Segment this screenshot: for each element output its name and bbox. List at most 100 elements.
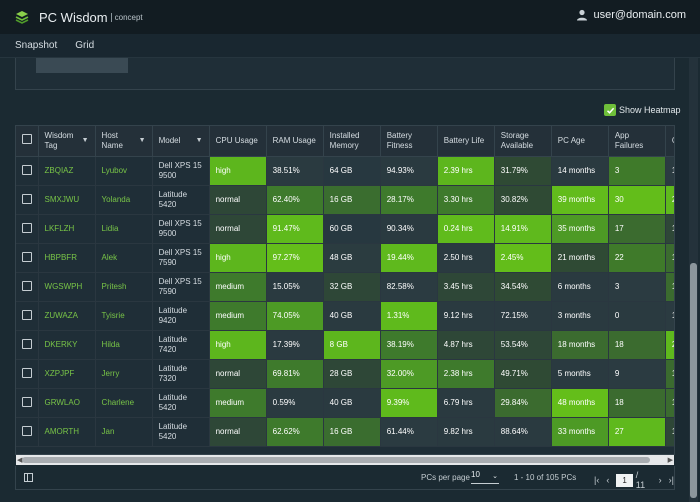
table-row[interactable]: WGSWPH Pritesh Dell XPS 15 7590 medium 15.05… xyxy=(16,272,674,302)
col-pc-age[interactable]: PC Age xyxy=(551,126,609,157)
table-row[interactable]: DKERKY Hilda Latitude 7420 high 17.39% 8 GB 38… xyxy=(16,330,674,360)
cell-storage: 34.54% xyxy=(494,272,552,302)
cell-batlife: 2.50 hrs xyxy=(437,243,495,273)
select-all-checkbox[interactable] xyxy=(22,134,32,145)
prev-page-icon[interactable]: ‹ xyxy=(606,475,609,485)
col-installed-memory[interactable]: Installed Memory xyxy=(323,126,381,157)
cell-appfail: 27 xyxy=(608,417,666,447)
cell-appfail: 0 xyxy=(608,301,666,331)
next-page-icon[interactable]: › xyxy=(659,475,662,485)
table-row[interactable]: SMXJWU Yolanda Latitude 5420 normal 62.40% 16… xyxy=(16,185,674,215)
row-checkbox[interactable] xyxy=(22,164,32,175)
cell-host-name: Lidia xyxy=(95,214,153,244)
vertical-scrollbar[interactable] xyxy=(689,58,698,502)
heatmap-checkbox[interactable] xyxy=(604,104,616,116)
cell-ram: 62.62% xyxy=(266,417,324,447)
col-cpu-usage[interactable]: CPU Usage xyxy=(209,126,267,157)
cell-ram: 15.05% xyxy=(266,272,324,302)
nav-grid[interactable]: Grid xyxy=(75,40,94,51)
column-toggle-icon[interactable] xyxy=(24,473,33,482)
table-row[interactable]: GRWLAO Charlene Latitude 5420 medium 0.59% 40… xyxy=(16,388,674,418)
vertical-scroll-thumb[interactable] xyxy=(690,263,697,498)
row-checkbox[interactable] xyxy=(22,309,32,320)
row-checkbox[interactable] xyxy=(22,425,32,436)
page-input-value: 1 xyxy=(622,475,627,485)
col-label: Installed Memory xyxy=(329,130,360,150)
row-checkbox[interactable] xyxy=(22,251,32,262)
col-battery-fitness[interactable]: Battery Fitness xyxy=(380,126,438,157)
heatmap-label: Show Heatmap xyxy=(619,105,681,115)
cell-appfail: 18 xyxy=(608,330,666,360)
row-checkbox[interactable] xyxy=(22,193,32,204)
grid-body: ZBQIAZ Lyubov Dell XPS 15 9500 high 38.51% 64… xyxy=(16,156,674,447)
cell-host-name: Tyisrie xyxy=(95,301,153,331)
row-checkbox[interactable] xyxy=(22,338,32,349)
row-select-cell xyxy=(16,272,39,302)
nav-snapshot[interactable]: Snapshot xyxy=(15,40,57,51)
cell-batlife: 3.45 hrs xyxy=(437,272,495,302)
col-wisdom-tag[interactable]: Wisdom Tag ▼ xyxy=(38,126,96,157)
cell-storage: 53.54% xyxy=(494,330,552,360)
cell-mem: 28 GB xyxy=(323,359,381,389)
cell-storage: 72.15% xyxy=(494,301,552,331)
filter-icon[interactable]: ▼ xyxy=(82,136,89,146)
col-host-name[interactable]: Host Name ▼ xyxy=(95,126,153,157)
heatmap-toggle[interactable]: Show Heatmap xyxy=(604,104,681,116)
range-text: 1 - 10 of 105 PCs xyxy=(514,473,577,482)
cell-ram: 74.05% xyxy=(266,301,324,331)
cell-cpu: normal xyxy=(209,417,267,447)
col-label: Host Name xyxy=(101,130,123,150)
page-input[interactable]: 1 xyxy=(616,473,633,487)
col-label: RAM Usage xyxy=(272,135,316,145)
row-checkbox[interactable] xyxy=(22,280,32,291)
user-menu[interactable]: user@domain.com xyxy=(576,9,686,21)
app-logo-icon xyxy=(15,11,29,24)
cell-cpu: normal xyxy=(209,185,267,215)
cell-ram: 17.39% xyxy=(266,330,324,360)
col-battery-life[interactable]: Battery Life xyxy=(437,126,495,157)
first-page-icon[interactable]: |‹ xyxy=(594,475,599,485)
col-ram-usage[interactable]: RAM Usage xyxy=(266,126,324,157)
scroll-right-icon[interactable]: ▶ xyxy=(668,456,673,464)
table-row[interactable]: XZPJPF Jerry Latitude 7320 normal 69.81% 28 G… xyxy=(16,359,674,389)
horizontal-scroll-thumb[interactable] xyxy=(22,457,650,463)
row-checkbox[interactable] xyxy=(22,222,32,233)
cell-age: 48 months xyxy=(551,388,609,418)
cell-batfit: 82.58% xyxy=(380,272,438,302)
cell-age: 6 months xyxy=(551,272,609,302)
cell-age: 35 months xyxy=(551,214,609,244)
table-row[interactable]: ZBQIAZ Lyubov Dell XPS 15 9500 high 38.51% 64… xyxy=(16,156,674,186)
cell-mem: 16 GB xyxy=(323,417,381,447)
col-label: Battery Life xyxy=(443,135,485,145)
cell-wisdom-tag: AMORTH xyxy=(38,417,96,447)
table-row[interactable]: ZUWAZA Tyisrie Latitude 9420 medium 74.05% 40… xyxy=(16,301,674,331)
per-page-select[interactable]: 10 ⌄ xyxy=(471,470,499,484)
row-select-cell xyxy=(16,243,39,273)
cell-appfail: 3 xyxy=(608,156,666,186)
filter-icon[interactable]: ▼ xyxy=(196,136,203,146)
horizontal-scrollbar[interactable]: ◀ ▶ xyxy=(16,455,674,465)
cell-model: Latitude 5420 xyxy=(152,417,210,447)
cell-mem: 8 GB xyxy=(323,330,381,360)
row-checkbox[interactable] xyxy=(22,396,32,407)
col-storage-available[interactable]: Storage Available xyxy=(494,126,552,157)
last-page-icon[interactable]: ›| xyxy=(669,475,674,485)
cell-age: 39 months xyxy=(551,185,609,215)
cell-storage: 14.91% xyxy=(494,214,552,244)
filter-icon[interactable]: ▼ xyxy=(139,136,146,146)
table-row[interactable]: LKFLZH Lidia Dell XPS 15 9500 normal 91.47% 6… xyxy=(16,214,674,244)
col-os[interactable]: OS xyxy=(665,126,674,157)
col-model[interactable]: Model ▼ xyxy=(152,126,210,157)
cell-host-name: Alek xyxy=(95,243,153,273)
cell-wisdom-tag: XZPJPF xyxy=(38,359,96,389)
cell-wisdom-tag: ZBQIAZ xyxy=(38,156,96,186)
col-app-failures[interactable]: App Failures xyxy=(608,126,666,157)
page-total: / 11 xyxy=(635,470,646,490)
row-checkbox[interactable] xyxy=(22,367,32,378)
cell-host-name: Lyubov xyxy=(95,156,153,186)
cell-host-name: Pritesh xyxy=(95,272,153,302)
table-row[interactable]: AMORTH Jan Latitude 5420 normal 62.62% 16 GB 6… xyxy=(16,417,674,447)
table-row[interactable]: HBPBFR Alek Dell XPS 15 7590 high 97.27% 48 G… xyxy=(16,243,674,273)
summary-placeholder xyxy=(36,58,128,73)
cell-os: 20 xyxy=(665,185,674,215)
